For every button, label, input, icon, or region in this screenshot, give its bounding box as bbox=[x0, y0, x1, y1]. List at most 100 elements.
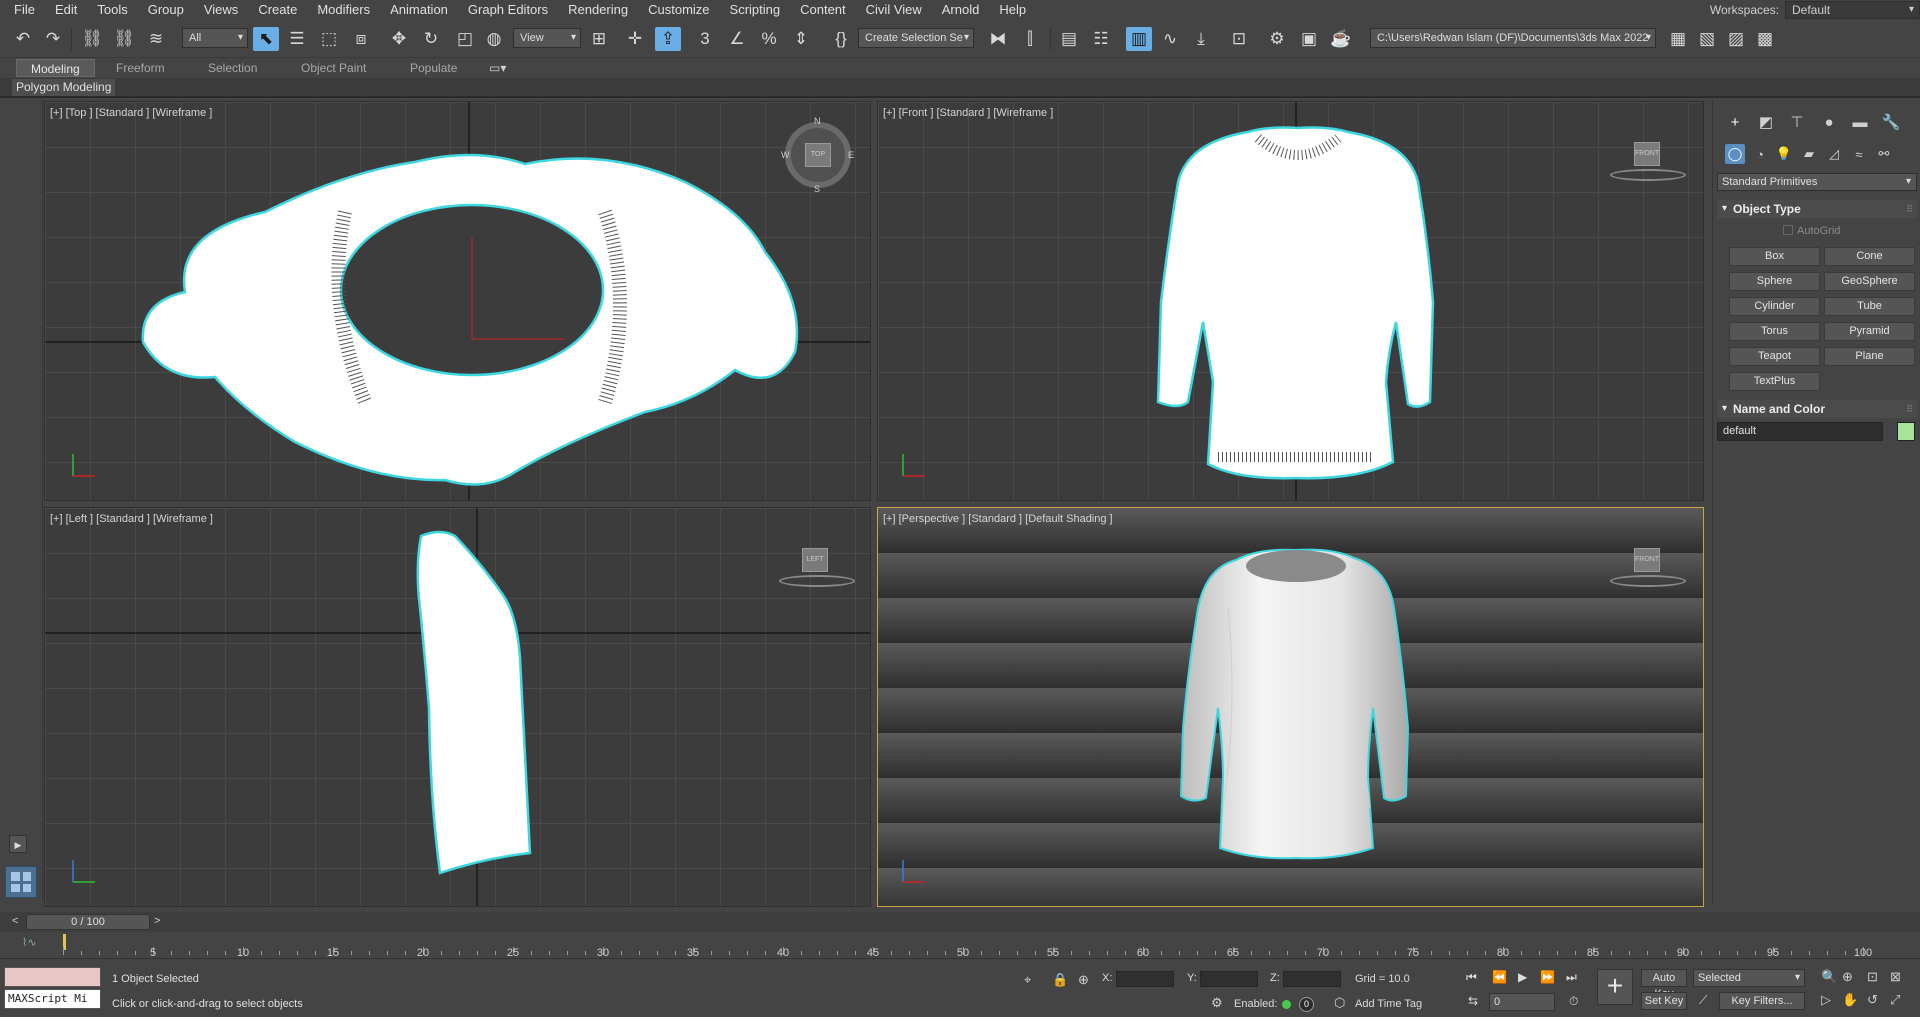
select-place-icon[interactable]: ◍ bbox=[481, 27, 507, 51]
time-tag-icon[interactable]: ⬡ bbox=[1334, 995, 1345, 1011]
viewport-perspective[interactable]: [+] [Perspective ] [Standard ] [Default … bbox=[877, 507, 1704, 907]
geometry-icon[interactable]: ◯ bbox=[1725, 144, 1745, 164]
pivot-center-icon[interactable]: ⊞ bbox=[586, 27, 612, 51]
viewport-top[interactable]: [+] [Top ] [Standard ] [Wireframe ] TOP … bbox=[44, 101, 871, 501]
menu-customize[interactable]: Customize bbox=[638, 0, 719, 20]
isolate-selection-icon[interactable]: ⌖ bbox=[1024, 972, 1031, 988]
scene-explorer-icon[interactable]: ▤ bbox=[1056, 27, 1082, 51]
shapes-icon[interactable]: ◔ bbox=[1750, 144, 1770, 164]
maximize-viewport-icon[interactable]: ⤢ bbox=[1890, 992, 1900, 1008]
maxscript-mini-listener[interactable]: MAXScript Mi bbox=[4, 989, 101, 1009]
textplus-button[interactable]: TextPlus bbox=[1729, 372, 1820, 391]
rendered-frame-icon[interactable]: ▣ bbox=[1296, 27, 1322, 51]
link-icon[interactable]: ⛓ bbox=[79, 27, 105, 51]
sphere-button[interactable]: Sphere bbox=[1729, 272, 1820, 291]
autogrid-box[interactable] bbox=[1783, 225, 1793, 235]
geosphere-button[interactable]: GeoSphere bbox=[1824, 272, 1915, 291]
name-and-color-rollout[interactable]: Name and Color⠿ bbox=[1717, 400, 1917, 418]
viewport-label-top[interactable]: [+] [Top ] [Standard ] [Wireframe ] bbox=[50, 107, 212, 119]
zoom-extents-icon[interactable]: ⊡ bbox=[1867, 969, 1878, 985]
box-button[interactable]: Box bbox=[1729, 247, 1820, 266]
edit-named-selection-icon[interactable]: {} bbox=[828, 27, 854, 51]
object-type-rollout[interactable]: Object Type⠿ bbox=[1717, 200, 1917, 218]
viewport-left[interactable]: [+] [Left ] [Standard ] [Wireframe ] LEF… bbox=[44, 507, 871, 907]
menu-animation[interactable]: Animation bbox=[380, 0, 458, 20]
rotate-icon[interactable]: ↻ bbox=[418, 27, 444, 51]
menu-rendering[interactable]: Rendering bbox=[558, 0, 638, 20]
maxscript-listener-output[interactable] bbox=[4, 967, 101, 987]
polygon-modeling-panel[interactable]: Polygon Modeling bbox=[12, 79, 116, 96]
tab-populate[interactable]: Populate bbox=[410, 59, 457, 77]
project-settings-icon[interactable]: ▩ bbox=[1752, 27, 1778, 51]
workspace-dropdown[interactable]: Default bbox=[1785, 1, 1920, 19]
menu-scripting[interactable]: Scripting bbox=[720, 0, 791, 20]
render-icon[interactable]: ☕ bbox=[1328, 27, 1354, 51]
utilities-icon[interactable]: 🔧 bbox=[1881, 112, 1901, 132]
auto-key-button[interactable]: Auto Key bbox=[1641, 969, 1687, 1000]
viewport-layout-button[interactable] bbox=[5, 866, 37, 898]
x-coordinate-field[interactable] bbox=[1116, 971, 1174, 987]
tab-modeling[interactable]: Modeling bbox=[16, 59, 95, 77]
default-in-out-tangents-icon[interactable]: ⟋ bbox=[1699, 993, 1707, 1008]
menu-tools[interactable]: Tools bbox=[87, 0, 137, 20]
torus-button[interactable]: Torus bbox=[1729, 322, 1820, 341]
zoom-all-icon[interactable]: ⊕ bbox=[1842, 969, 1853, 985]
snaps-toggle-icon[interactable]: 3 bbox=[692, 27, 718, 51]
viewcube-perspective[interactable]: FRONT bbox=[1634, 548, 1660, 572]
hierarchy-icon[interactable]: ⊤ bbox=[1787, 112, 1807, 132]
track-ruler[interactable]: 5 10 15 20 25 30 35 40 45 50 55 60 65 70 75 80 85 90 95 100 bbox=[63, 932, 1872, 959]
curve-editor-icon[interactable]: ∿ bbox=[1157, 27, 1183, 51]
redo-icon[interactable]: ↷ bbox=[40, 27, 66, 51]
menu-arnold[interactable]: Arnold bbox=[932, 0, 990, 20]
reference-coordinate-dropdown[interactable]: View bbox=[513, 28, 581, 48]
select-manipulate-icon[interactable]: ✛ bbox=[622, 27, 648, 51]
field-of-view-icon[interactable]: ▷ bbox=[1821, 992, 1831, 1008]
curve-editor-toggle-icon[interactable]: ⌇∿ bbox=[22, 936, 37, 949]
ribbon-options-icon[interactable]: ▭▾ bbox=[489, 59, 506, 77]
play-icon[interactable]: ▶ bbox=[1518, 970, 1527, 984]
goto-start-icon[interactable]: ⏮ bbox=[1466, 970, 1477, 985]
material-editor-icon[interactable]: ⊡ bbox=[1226, 27, 1252, 51]
menu-content[interactable]: Content bbox=[790, 0, 856, 20]
z-coordinate-field[interactable] bbox=[1283, 971, 1341, 987]
object-name-field[interactable]: default bbox=[1717, 422, 1883, 441]
viewport-label-left[interactable]: [+] [Left ] [Standard ] [Wireframe ] bbox=[50, 513, 213, 525]
space-warps-icon[interactable]: ≈ bbox=[1849, 144, 1869, 164]
select-by-name-icon[interactable]: ☰ bbox=[284, 27, 310, 51]
cone-button[interactable]: Cone bbox=[1824, 247, 1915, 266]
teapot-button[interactable]: Teapot bbox=[1729, 347, 1820, 366]
menu-file[interactable]: File bbox=[0, 0, 45, 20]
selection-filter-dropdown[interactable]: All bbox=[182, 28, 248, 48]
geometry-category-dropdown[interactable]: Standard Primitives bbox=[1717, 173, 1917, 191]
toggle-ribbon-icon[interactable]: ▥ bbox=[1126, 27, 1152, 51]
set-keys-button[interactable]: + bbox=[1597, 969, 1633, 1005]
lights-icon[interactable]: 💡 bbox=[1774, 144, 1794, 164]
viewport-front[interactable]: [+] [Front ] [Standard ] [Wireframe ] FR… bbox=[877, 101, 1704, 501]
tab-selection[interactable]: Selection bbox=[208, 59, 257, 77]
set-project-icon[interactable]: ▨ bbox=[1723, 27, 1749, 51]
viewport-label-front[interactable]: [+] [Front ] [Standard ] [Wireframe ] bbox=[883, 107, 1053, 119]
render-setup-icon[interactable]: ⚙ bbox=[1264, 27, 1290, 51]
menu-edit[interactable]: Edit bbox=[45, 0, 87, 20]
undo-icon[interactable]: ↶ bbox=[10, 27, 36, 51]
helpers-icon[interactable]: ◿ bbox=[1824, 144, 1844, 164]
viewcube-left[interactable]: LEFT bbox=[802, 548, 828, 572]
next-frame-icon[interactable]: > bbox=[154, 915, 160, 927]
rect-selection-icon[interactable]: ⬚ bbox=[316, 27, 342, 51]
time-config-icon[interactable]: ⏱ bbox=[1569, 994, 1578, 1009]
expand-layout-icon[interactable]: ▶ bbox=[9, 835, 27, 853]
open-project-icon[interactable]: ▧ bbox=[1694, 27, 1720, 51]
viewport-label-perspective[interactable]: [+] [Perspective ] [Standard ] [Default … bbox=[883, 513, 1113, 525]
menu-civil-view[interactable]: Civil View bbox=[856, 0, 932, 20]
bind-space-warp-icon[interactable]: ≋ bbox=[143, 27, 169, 51]
scale-icon[interactable]: ◰ bbox=[452, 27, 478, 51]
orbit-icon[interactable]: ↺ bbox=[1867, 992, 1878, 1008]
track-bar[interactable]: ⌇∿ 5 10 15 20 25 30 35 40 45 50 55 60 65 70 75 80 85 90 95… bbox=[0, 932, 1920, 959]
keyboard-shortcut-override-icon[interactable]: ⇪ bbox=[655, 27, 681, 51]
select-object-icon[interactable]: ⬉ bbox=[253, 27, 279, 51]
project-folder-icon[interactable]: ▦ bbox=[1665, 27, 1691, 51]
goto-end-icon[interactable]: ⏭ bbox=[1566, 970, 1577, 985]
percent-snap-icon[interactable]: % bbox=[756, 27, 782, 51]
adaptive-degradation-icon[interactable]: ⚙ bbox=[1211, 995, 1223, 1011]
move-icon[interactable]: ✥ bbox=[386, 27, 412, 51]
